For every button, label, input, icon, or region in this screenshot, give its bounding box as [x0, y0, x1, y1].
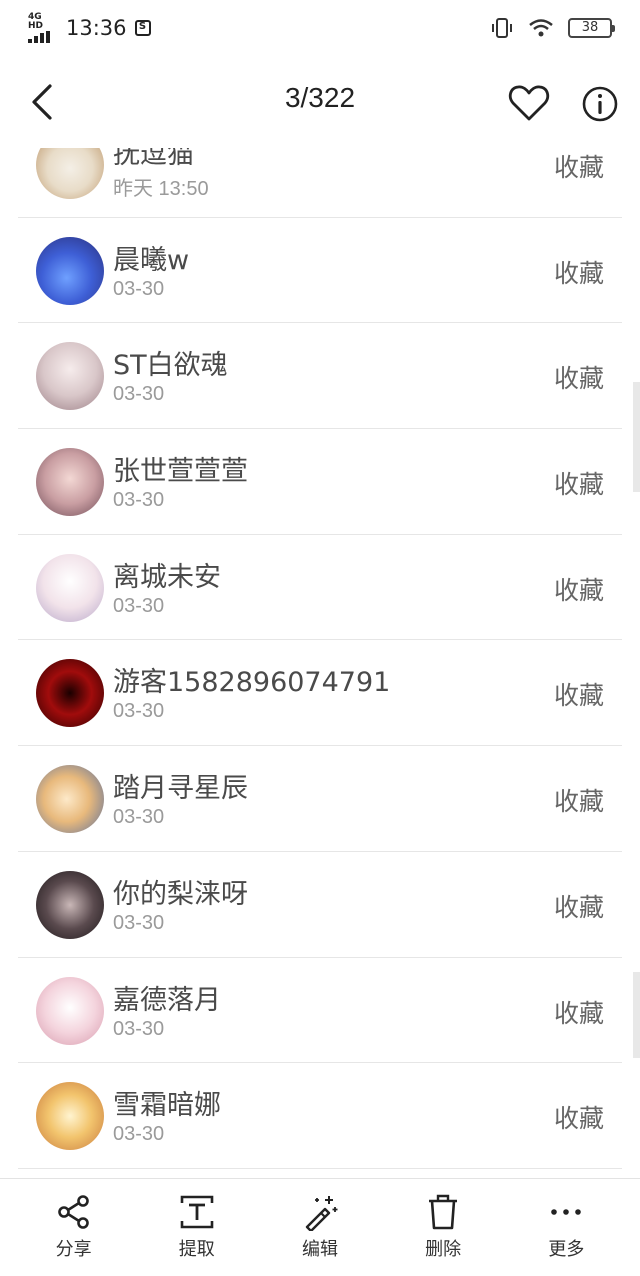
list-item-name: 踏月寻星辰 — [113, 773, 248, 805]
avatar[interactable] — [36, 148, 104, 199]
list-item-date: 03-30 — [113, 594, 165, 617]
collect-button[interactable]: 收藏 — [554, 148, 604, 184]
status-bar-right: 38 — [490, 16, 615, 40]
list-item-name: 晨曦w — [113, 244, 190, 276]
more-label: 更多 — [548, 1239, 585, 1260]
signal-icon: 4G HD — [28, 13, 58, 43]
battery-level: 38 — [581, 20, 599, 35]
avatar[interactable] — [36, 1082, 104, 1151]
collect-button[interactable]: 收藏 — [554, 888, 604, 924]
trash-icon — [429, 1194, 458, 1230]
more-button[interactable]: 更多 — [518, 1179, 614, 1261]
list-item[interactable]: 晨曦w 03-30 收藏 — [18, 218, 622, 324]
wifi-icon — [529, 19, 553, 37]
list-item-name: 离城未安 — [113, 561, 221, 593]
list-item[interactable]: ST白欲魂 03-30 收藏 — [18, 323, 622, 430]
share-icon — [57, 1195, 89, 1229]
share-button[interactable]: 分享 — [26, 1179, 122, 1261]
edit-label: 编辑 — [301, 1239, 338, 1260]
list-item-name: 张世萱萱萱 — [113, 456, 248, 488]
collect-button[interactable]: 收藏 — [554, 676, 604, 712]
scroll-indicator — [633, 972, 640, 1058]
info-icon[interactable] — [582, 86, 618, 122]
extract-label: 提取 — [178, 1239, 215, 1260]
favorites-list[interactable]: 抚逗猫 昨天 13:50 收藏 晨曦w 03-30 收藏 ST白欲魂 03-30… — [0, 148, 640, 1178]
vibrate-icon — [492, 18, 512, 38]
list-item[interactable]: 踏月寻星辰 03-30 收藏 — [18, 746, 622, 852]
bottom-toolbar: 分享 提取 编辑 删除 更多 — [0, 1178, 640, 1276]
share-label: 分享 — [55, 1239, 92, 1260]
screenshot-notification-icon: S — [134, 20, 151, 36]
avatar[interactable] — [36, 659, 104, 728]
collect-button[interactable]: 收藏 — [554, 994, 604, 1030]
avatar[interactable] — [36, 765, 104, 834]
battery-icon: 38 — [568, 18, 615, 38]
collect-button[interactable]: 收藏 — [554, 465, 604, 501]
list-item-name: 抚逗猫 — [113, 148, 194, 170]
list-item-name: 雪霜暗娜 — [113, 1090, 221, 1122]
list-item-date: 03-30 — [113, 911, 165, 934]
text-extract-icon — [180, 1195, 214, 1229]
collect-button[interactable]: 收藏 — [554, 359, 604, 395]
delete-button[interactable]: 删除 — [395, 1179, 491, 1261]
list-item[interactable]: 你的梨涞呀 03-30 收藏 — [18, 852, 622, 958]
collect-button[interactable]: 收藏 — [554, 1099, 604, 1135]
list-item[interactable]: 嘉德落月 03-30 收藏 — [18, 958, 622, 1064]
title-bar: 3/322 — [0, 56, 640, 148]
avatar[interactable] — [36, 342, 104, 411]
list-item-date: 昨天 13:50 — [113, 178, 209, 200]
collect-button[interactable]: 收藏 — [554, 254, 604, 290]
list-item-date: 03-30 — [113, 1017, 165, 1040]
extract-button[interactable]: 提取 — [149, 1179, 245, 1261]
delete-label: 删除 — [425, 1239, 462, 1260]
heart-icon[interactable] — [508, 84, 550, 122]
avatar[interactable] — [36, 870, 104, 939]
list-item-date: 03-30 — [113, 489, 165, 512]
status-bar: 4G HD 13:36 S 38 — [0, 0, 640, 56]
list-item-date: 03-30 — [113, 806, 165, 829]
list-item-name: 游客1582896074791 — [113, 667, 391, 699]
list-item-name: 嘉德落月 — [113, 984, 221, 1016]
avatar[interactable] — [36, 448, 104, 517]
scroll-indicator — [633, 382, 640, 492]
status-bar-left: 4G HD 13:36 S — [28, 13, 151, 43]
list-item[interactable]: 张世萱萱萱 03-30 收藏 — [18, 429, 622, 535]
list-item-date: 03-30 — [113, 383, 165, 406]
network-type: 4G HD — [28, 12, 44, 31]
list-item[interactable]: 雪霜暗娜 03-30 收藏 — [18, 1063, 622, 1169]
collect-button[interactable]: 收藏 — [554, 571, 604, 607]
list-item-name: ST白欲魂 — [113, 350, 228, 382]
avatar[interactable] — [36, 553, 104, 622]
avatar[interactable] — [36, 236, 104, 305]
collect-button[interactable]: 收藏 — [554, 782, 604, 818]
avatar[interactable] — [36, 976, 104, 1045]
list-item[interactable]: 抚逗猫 昨天 13:50 收藏 — [18, 148, 622, 218]
list-item-date: 03-30 — [113, 277, 165, 300]
magic-wand-icon — [305, 1196, 338, 1231]
list-item[interactable]: 游客1582896074791 03-30 收藏 — [18, 640, 622, 747]
edit-button[interactable]: 编辑 — [272, 1179, 368, 1261]
more-dots-icon — [551, 1209, 582, 1215]
list-item-date: 03-30 — [113, 1123, 165, 1146]
list-item-name: 你的梨涞呀 — [113, 878, 248, 910]
list-item[interactable]: 离城未安 03-30 收藏 — [18, 535, 622, 641]
list-item-date: 03-30 — [113, 700, 165, 723]
clock: 13:36 — [66, 16, 127, 40]
